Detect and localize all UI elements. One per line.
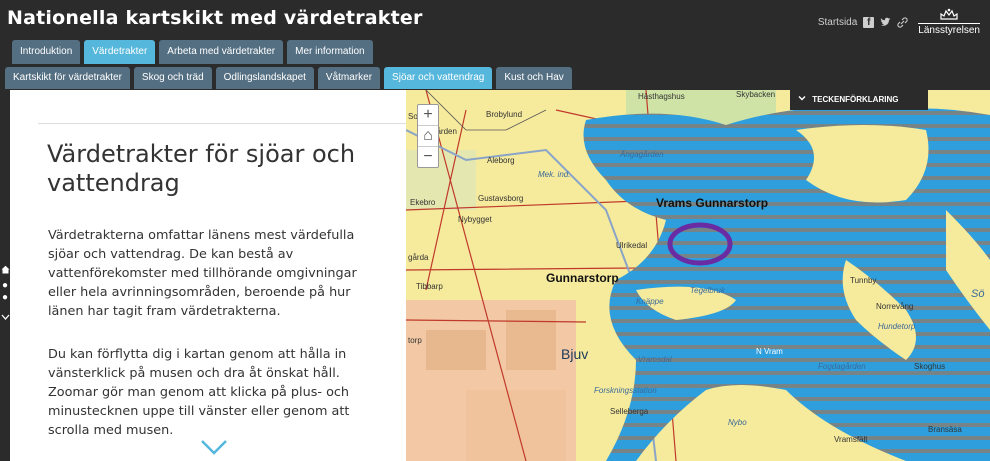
tab-kartskikt[interactable]: Kartskikt för värdetrakter (5, 67, 130, 89)
map-label: Gustavsborg (478, 194, 524, 203)
map-label: gårda (408, 253, 429, 262)
map-label: Hästhagshus (638, 92, 685, 101)
map-label: Fogdagården (818, 362, 866, 371)
tab-kust-och-hav[interactable]: Kust och Hav (496, 67, 572, 89)
chevron-down-icon[interactable] (1, 312, 10, 324)
nav-dot-icon[interactable]: ● (1, 280, 9, 291)
home-extent-button[interactable]: ⌂ (418, 126, 438, 147)
zoom-out-button[interactable]: − (418, 147, 438, 167)
map-label: Norrevång (876, 302, 914, 311)
map-label: Ängagården (620, 150, 664, 159)
map-canvas[interactable] (406, 90, 990, 461)
map-label: Tegelbruk (690, 286, 725, 295)
facebook-icon[interactable]: f (863, 16, 875, 28)
tab-odlingslandskapet[interactable]: Odlingslandskapet (215, 67, 314, 89)
story-panel: Värdetrakter för sjöar och vattendrag Vä… (10, 90, 406, 461)
tab-mer-information[interactable]: Mer information (287, 40, 373, 64)
sub-tabs: Kartskikt för värdetrakter Skog och träd… (5, 67, 572, 89)
panel-paragraph-2: Du kan förflytta dig i kartan genom att … (48, 347, 350, 438)
scroll-down-chevron-icon[interactable] (201, 434, 227, 460)
map-label: Mek. ind. (538, 170, 571, 179)
map-label: Nybo (728, 418, 747, 427)
map-label: Skoghus (914, 362, 946, 371)
map-label: Vramsdal (638, 355, 672, 364)
app-title: Nationella kartskikt med värdetrakter (7, 7, 423, 29)
map-label: Hundetorp (878, 322, 916, 331)
map-label: Tunnby (850, 276, 877, 285)
map-label: Selleberga (610, 407, 649, 416)
top-links: Startsida f Länsstyrelsen (818, 8, 980, 36)
map-label: Ulrikedal (616, 241, 648, 250)
map-label: Knäppe (636, 297, 664, 306)
home-icon[interactable] (1, 265, 10, 277)
map-label: Sö (971, 288, 985, 300)
tab-sjoar-och-vattendrag[interactable]: Sjöar och vattendrag (384, 67, 493, 89)
main-tabs: Introduktion Värdetrakter Arbeta med vär… (12, 40, 373, 64)
lansstyrelsen-logo[interactable]: Länsstyrelsen (918, 8, 980, 36)
tab-skog-och-trad[interactable]: Skog och träd (133, 67, 212, 89)
map-label: Vramsfält (834, 435, 868, 444)
logo-text: Länsstyrelsen (918, 23, 980, 36)
map-label: Tibbarp (416, 282, 443, 291)
legend-label: TECKENFÖRKLARING (812, 95, 899, 104)
legend-toggle[interactable]: TECKENFÖRKLARING (790, 90, 928, 110)
link-icon[interactable] (897, 16, 908, 28)
app-header: Nationella kartskikt med värdetrakter St… (0, 0, 990, 38)
tab-vatmarker[interactable]: Våtmarker (317, 67, 381, 89)
map-label: Brobylund (486, 110, 523, 119)
map-label: Skybacken (736, 90, 776, 99)
map-label: N Vram (756, 347, 783, 356)
map-label: Forskningsstation (594, 386, 657, 395)
chevron-down-icon (798, 95, 808, 104)
startsida-link[interactable]: Startsida (818, 17, 857, 28)
map-label: Vrams Gunnarstorp (656, 196, 769, 210)
panel-heading: Värdetrakter för sjöar och vattendrag (47, 140, 356, 197)
tab-arbeta-med-vardetrakter[interactable]: Arbeta med värdetrakter (159, 40, 284, 64)
map-view[interactable]: Hästhagshus Brobylund Aleborg Mek. ind. … (406, 90, 990, 461)
map-label: Ekebro (410, 198, 436, 207)
zoom-controls: + ⌂ − (417, 104, 439, 168)
map-label: Bransäsa (928, 425, 962, 434)
map-label: Bjuv (561, 346, 589, 362)
zoom-in-button[interactable]: + (418, 105, 438, 126)
story-nav-strip: ● ● (0, 90, 10, 461)
map-label: Gunnarstorp (546, 271, 619, 285)
map-label: Nybygget (458, 215, 492, 224)
map-label: Aleborg (487, 156, 515, 165)
tab-introduktion[interactable]: Introduktion (12, 40, 81, 64)
crown-icon (939, 8, 959, 23)
divider (38, 123, 406, 124)
twitter-icon[interactable] (880, 17, 891, 28)
nav-dot-icon[interactable]: ● (1, 292, 9, 303)
panel-paragraph-1: Värdetrakterna omfattar länens mest värd… (48, 228, 357, 319)
tab-vardetrakter[interactable]: Värdetrakter (84, 40, 156, 64)
map-label: torp (408, 336, 422, 345)
